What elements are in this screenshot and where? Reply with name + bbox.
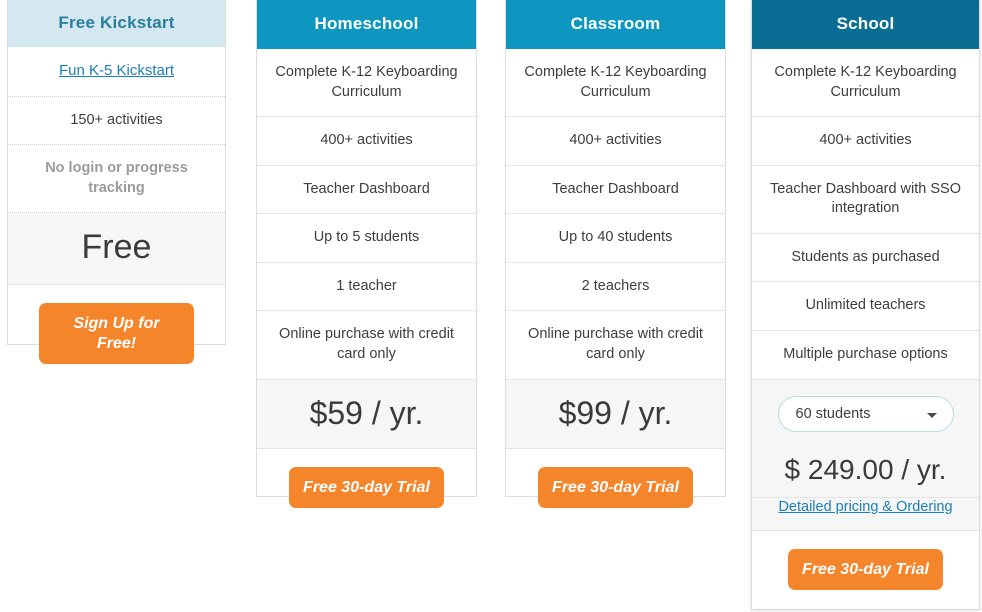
plan-title-school: School — [752, 0, 979, 49]
feature-row: Up to 40 students — [506, 214, 725, 263]
feature-row: Students as purchased — [752, 234, 979, 283]
feature-row: Complete K-12 Keyboarding Curriculum — [506, 49, 725, 117]
feature-row: 400+ activities — [752, 117, 979, 166]
price-row-school: $ 249.00 / yr. — [752, 440, 979, 498]
pricing-table: Free Kickstart Fun K-5 Kickstart 150+ ac… — [0, 0, 982, 597]
feature-row: 1 teacher — [257, 263, 476, 312]
free-trial-button[interactable]: Free 30-day Trial — [788, 549, 943, 591]
feature-row: No login or progress tracking — [8, 145, 225, 213]
plan-title-classroom: Classroom — [506, 0, 725, 49]
feature-row: Multiple purchase options — [752, 331, 979, 380]
price-value: $ 249.00 / yr. — [785, 454, 947, 485]
plan-column-kickstart: Free Kickstart Fun K-5 Kickstart 150+ ac… — [7, 0, 226, 345]
plan-column-homeschool: Homeschool Complete K-12 Keyboarding Cur… — [256, 0, 477, 497]
sign-up-free-button[interactable]: Sign Up for Free! — [39, 303, 194, 364]
chevron-down-icon — [927, 413, 937, 418]
cta-row-homeschool: Free 30-day Trial — [257, 449, 476, 531]
student-count-select-wrap: 60 students — [752, 380, 979, 440]
feature-row: 2 teachers — [506, 263, 725, 312]
detailed-pricing-link[interactable]: Detailed pricing & Ordering — [778, 499, 952, 515]
free-trial-button[interactable]: Free 30-day Trial — [538, 467, 693, 509]
feature-row: Up to 5 students — [257, 214, 476, 263]
detailed-pricing-row: Detailed pricing & Ordering — [752, 498, 979, 531]
plan-title-kickstart: Free Kickstart — [8, 0, 225, 47]
free-trial-button[interactable]: Free 30-day Trial — [289, 467, 444, 509]
plan-column-classroom: Classroom Complete K-12 Keyboarding Curr… — [505, 0, 726, 497]
feature-row: 400+ activities — [257, 117, 476, 166]
plan-title-homeschool: Homeschool — [257, 0, 476, 49]
feature-row: Fun K-5 Kickstart — [8, 47, 225, 97]
cta-row-kickstart: Sign Up for Free! — [8, 285, 225, 386]
feature-row: Unlimited teachers — [752, 282, 979, 331]
plan-column-school: School Complete K-12 Keyboarding Curricu… — [751, 0, 980, 610]
feature-row: Teacher Dashboard — [257, 166, 476, 215]
student-count-select[interactable]: 60 students — [778, 396, 954, 432]
feature-row: 400+ activities — [506, 117, 725, 166]
feature-row: Teacher Dashboard — [506, 166, 725, 215]
feature-row: Teacher Dashboard with SSO integration — [752, 166, 979, 234]
cta-row-classroom: Free 30-day Trial — [506, 449, 725, 531]
feature-row: 150+ activities — [8, 97, 225, 146]
feature-row: Online purchase with credit card only — [506, 311, 725, 379]
price-row-kickstart: Free — [8, 213, 225, 285]
feature-row: Complete K-12 Keyboarding Curriculum — [752, 49, 979, 117]
fun-k5-kickstart-link[interactable]: Fun K-5 Kickstart — [59, 62, 174, 79]
feature-row: Online purchase with credit card only — [257, 311, 476, 379]
price-row-homeschool: $59 / yr. — [257, 380, 476, 449]
price-value: $99 / yr. — [559, 395, 673, 431]
price-value: Free — [82, 228, 152, 266]
cta-row-school: Free 30-day Trial — [752, 531, 979, 612]
feature-row: Complete K-12 Keyboarding Curriculum — [257, 49, 476, 117]
price-row-classroom: $99 / yr. — [506, 380, 725, 449]
price-value: $59 / yr. — [310, 395, 424, 431]
